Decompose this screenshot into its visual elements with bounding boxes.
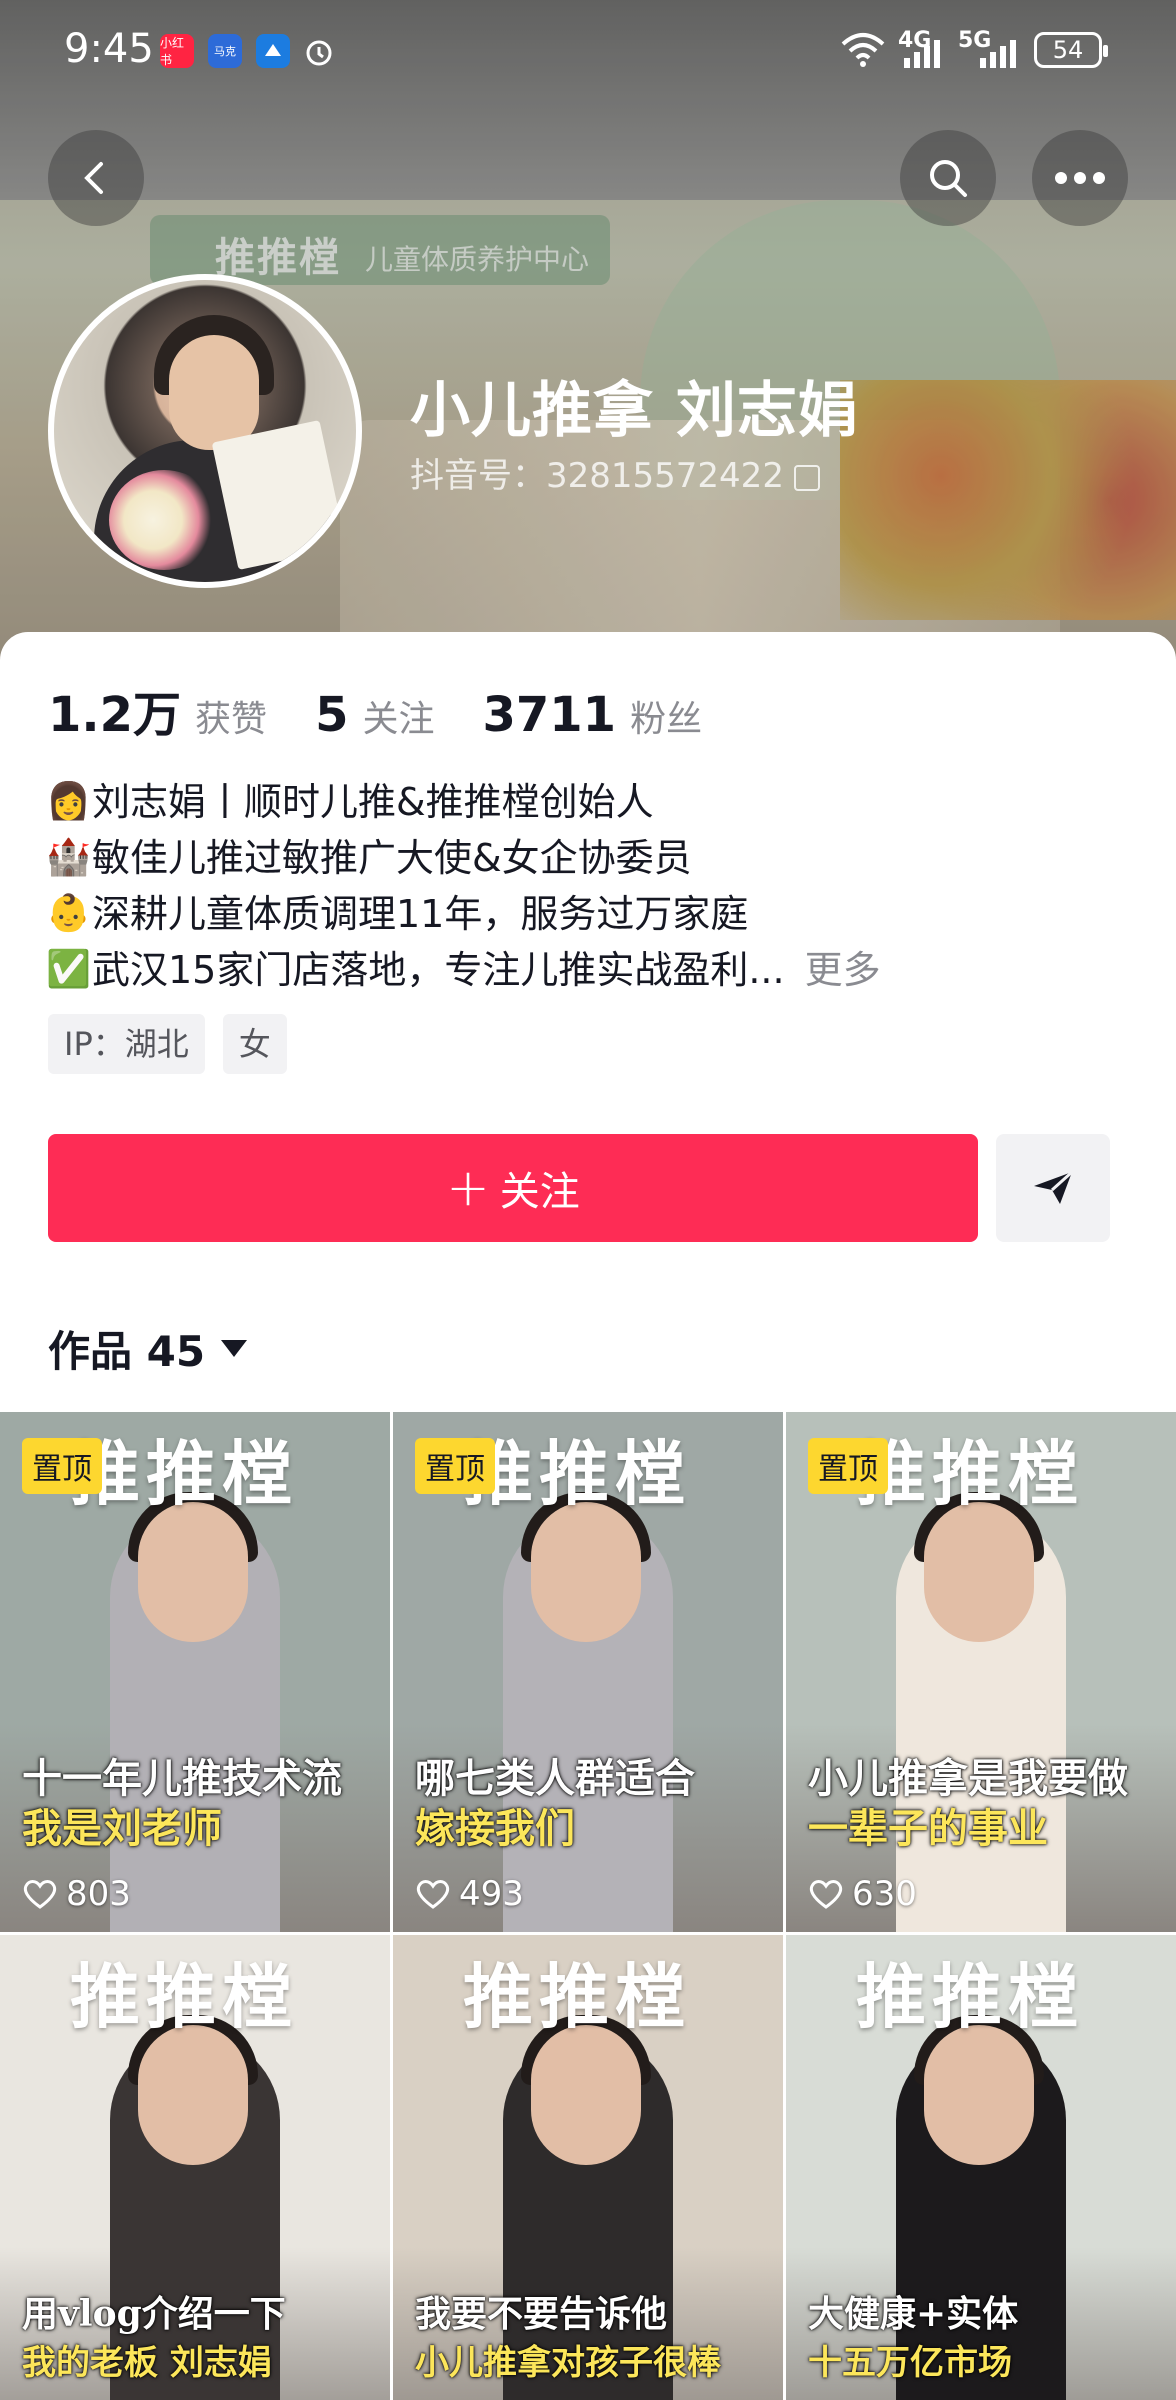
profile-page: 推推樘 儿童体质养护中心 9:45 小红书 马克 4G 5G 54 小儿推拿 刘… [0,0,1176,2400]
bio-more-link[interactable]: 更多 [805,942,881,998]
tile-caption-sub: 小儿推拿对孩子很棒 [415,2343,721,2383]
video-tile[interactable]: 推推樘 置顶 哪七类人群适合 嫁接我们 493 [393,1412,783,1932]
send-icon [1034,1170,1074,1204]
tile-caption: 用vlog介绍一下 [22,2293,286,2335]
video-tile[interactable]: 推推樘 大健康+实体 十五万亿市场 [786,1935,1176,2400]
stats-row: 1.2万 获赞 5 关注 3711 粉丝 [48,675,750,745]
tile-head [138,2025,248,2165]
tile-caption-sub: 十五万亿市场 [808,2343,1012,2383]
search-icon [930,160,967,197]
tile-likes: 630 [808,1874,917,1914]
avatar[interactable] [48,274,362,588]
video-tile[interactable]: 推推樘 置顶 小儿推拿是我要做 一辈子的事业 630 [786,1412,1176,1932]
search-button[interactable] [900,130,996,226]
follow-button[interactable]: + 关注 [48,1134,978,1242]
pinned-badge: 置顶 [22,1438,102,1494]
app-icon: 马克 [208,34,242,68]
check-emoji-icon: ✅ [46,949,91,990]
more-button[interactable] [1032,130,1128,226]
tile-caption: 我要不要告诉他 [415,2293,668,2335]
profile-tags: IP：湖北 女 [48,1014,287,1074]
video-tile[interactable]: 推推樘 用vlog介绍一下 我的老板 刘志娟 [0,1935,390,2400]
bio[interactable]: 👩 刘志娟丨顺时儿推&推推樘创始人 🏰 敏佳儿推过敏推广大使&女企协委员 👶 深… [46,774,1146,998]
tile-caption-sub: 嫁接我们 [415,1805,575,1852]
tile-likes: 803 [22,1874,131,1914]
more-horizontal-icon [1055,172,1105,184]
xiaohongshu-icon: 小红书 [160,34,194,68]
signal-icon [902,40,946,72]
avatar-flowers [109,470,219,570]
back-button[interactable] [48,130,144,226]
bio-text: 深耕儿童体质调理11年，服务过万家庭 [92,892,749,936]
likes-count[interactable]: 1.2万 [48,675,181,745]
gender-tag: 女 [222,1014,287,1074]
likes-label: 获赞 [195,699,268,740]
status-time: 9:45 [64,26,154,72]
tile-likes: 493 [415,1874,524,1914]
alarm-icon [302,34,336,68]
likes-count: 493 [459,1874,524,1914]
bio-line: 🏰 敏佳儿推过敏推广大使&女企协委员 [46,830,1146,886]
bio-line: ✅ 武汉15家门店落地，专注儿推实战盈利... 更多 [46,942,1146,998]
chevron-left-icon [84,162,103,194]
tile-head [924,1502,1034,1642]
bio-text: 刘志娟丨顺时儿推&推推樘创始人 [92,780,654,824]
following-count[interactable]: 5 [315,687,348,743]
status-bar: 9:45 小红书 马克 4G 5G 54 [0,0,1176,100]
message-button[interactable] [996,1134,1110,1242]
tile-caption-sub: 我是刘老师 [22,1805,222,1852]
tile-brand: 推推樘 [463,1432,691,1515]
caret-down-icon [221,1340,248,1357]
tile-caption-sub: 我的老板 刘志娟 [22,2343,272,2383]
copy-icon[interactable] [793,464,820,491]
bio-line: 👩 刘志娟丨顺时儿推&推推樘创始人 [46,774,1146,830]
tile-caption: 大健康+实体 [808,2293,1019,2335]
video-grid: 推推樘 置顶 十一年儿推技术流 我是刘老师 803 推推樘 置顶 哪七类人群适合… [0,1412,1176,2400]
signal-icon [978,40,1022,72]
heart-icon [416,1880,450,1909]
tile-brand: 推推樘 [856,1432,1084,1515]
douyin-id-text: 抖音号：32815572422 [410,456,784,496]
app-icon [256,34,290,68]
avatar-face [169,335,259,450]
tile-head [531,1502,641,1642]
tile-brand: 推推樘 [463,1955,691,2038]
follow-label: 关注 [499,1169,580,1215]
ip-location-tag: IP：湖北 [48,1014,205,1074]
heart-icon [23,1880,57,1909]
woman-emoji-icon: 👩 [46,781,91,822]
tile-head [138,1502,248,1642]
works-label: 作品 45 [48,1327,206,1376]
followers-label: 粉丝 [630,699,703,740]
wifi-icon [840,30,886,72]
battery-indicator: 54 [1034,32,1108,68]
bio-text: 敏佳儿推过敏推广大使&女企协委员 [92,836,692,880]
followers-count[interactable]: 3711 [482,687,616,743]
tile-brand: 推推樘 [70,1955,298,2038]
likes-count: 803 [66,1874,131,1914]
pinned-badge: 置顶 [808,1438,888,1494]
video-tile[interactable]: 推推樘 我要不要告诉他 小儿推拿对孩子很棒 [393,1935,783,2400]
tile-head [531,2025,641,2165]
works-tab[interactable]: 作品 45 [48,1318,248,1379]
video-tile[interactable]: 推推樘 置顶 十一年儿推技术流 我是刘老师 803 [0,1412,390,1932]
tile-head [924,2025,1034,2165]
following-label: 关注 [362,699,435,740]
douyin-id[interactable]: 抖音号：32815572422 [410,448,820,497]
castle-emoji-icon: 🏰 [46,837,91,878]
tile-brand: 推推樘 [856,1955,1084,2038]
profile-name: 小儿推拿 刘志娟 [410,376,859,446]
bio-text: 武汉15家门店落地，专注儿推实战盈利... [92,948,785,992]
plus-icon: + [446,1158,490,1218]
pinned-badge: 置顶 [415,1438,495,1494]
heart-icon [809,1880,843,1909]
tile-caption-sub: 一辈子的事业 [808,1805,1048,1852]
likes-count: 630 [852,1874,917,1914]
tile-brand: 推推樘 [70,1432,298,1515]
bio-line: 👶 深耕儿童体质调理11年，服务过万家庭 [46,886,1146,942]
baby-emoji-icon: 👶 [46,893,91,934]
